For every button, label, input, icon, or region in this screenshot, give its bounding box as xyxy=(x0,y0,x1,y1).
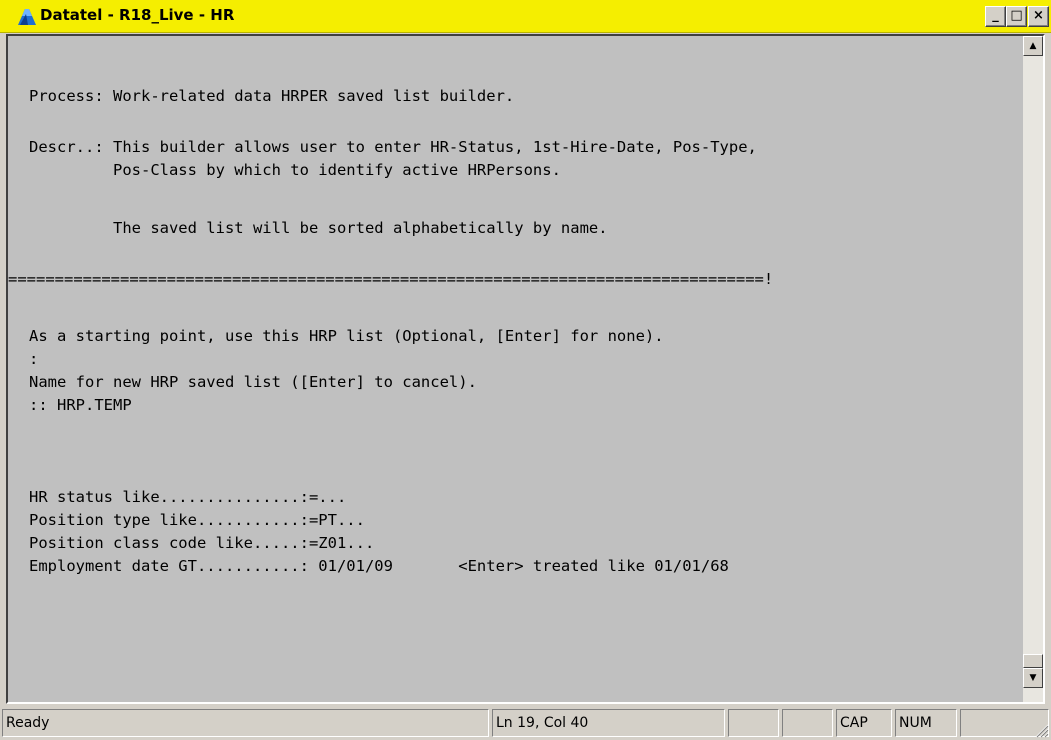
title-bar[interactable]: Datatel - R18_Live - HR _ □ × xyxy=(0,0,1051,33)
description-line-1: Descr..: This builder allows user to ent… xyxy=(29,138,757,156)
scroll-down-button[interactable]: ▼ xyxy=(1023,668,1043,688)
starting-list-prompt: As a starting point, use this HRP list (… xyxy=(29,327,664,345)
caps-lock-indicator: CAP xyxy=(836,709,892,737)
scroll-up-button[interactable]: ▲ xyxy=(1023,36,1043,56)
position-type-field[interactable]: Position type like...........:=PT... xyxy=(29,510,365,530)
terminal-client-area[interactable]: Process: Work-related data HRPER saved l… xyxy=(6,34,1045,704)
window-title: Datatel - R18_Live - HR xyxy=(40,6,235,24)
vertical-scrollbar[interactable]: ▲ ▼ xyxy=(1023,36,1043,702)
application-window: Datatel - R18_Live - HR _ □ × Process: W… xyxy=(0,0,1051,740)
status-bar: Ready Ln 19, Col 40 CAP NUM xyxy=(0,706,1051,740)
position-class-field[interactable]: Position class code like.....:=Z01... xyxy=(29,533,374,553)
process-line: Process: Work-related data HRPER saved l… xyxy=(29,87,515,105)
minimize-button[interactable]: _ xyxy=(985,6,1006,27)
starting-list-input[interactable]: : xyxy=(29,349,38,369)
resize-grip-icon[interactable] xyxy=(1033,722,1049,738)
description-line-2: Pos-Class by which to identify active HR… xyxy=(29,161,561,179)
cursor-position: Ln 19, Col 40 xyxy=(492,709,725,737)
status-pane-3 xyxy=(728,709,779,737)
status-pane-4 xyxy=(782,709,833,737)
status-text: Ready xyxy=(2,709,489,737)
num-lock-indicator: NUM xyxy=(895,709,957,737)
description-line-3: The saved list will be sorted alphabetic… xyxy=(29,219,608,237)
terminal-screen[interactable]: Process: Work-related data HRPER saved l… xyxy=(8,36,1023,702)
close-button[interactable]: × xyxy=(1028,6,1049,27)
scroll-thumb[interactable] xyxy=(1023,654,1043,668)
new-list-name-input[interactable]: :: HRP.TEMP xyxy=(29,395,132,415)
employment-date-field[interactable]: Employment date GT...........: 01/01/09 … xyxy=(29,556,729,576)
maximize-button[interactable]: □ xyxy=(1006,6,1027,27)
new-list-name-prompt: Name for new HRP saved list ([Enter] to … xyxy=(29,373,477,391)
separator-line: ========================================… xyxy=(8,270,774,288)
hr-status-field[interactable]: HR status like...............:=... xyxy=(29,487,346,507)
datatel-app-icon xyxy=(18,9,36,25)
